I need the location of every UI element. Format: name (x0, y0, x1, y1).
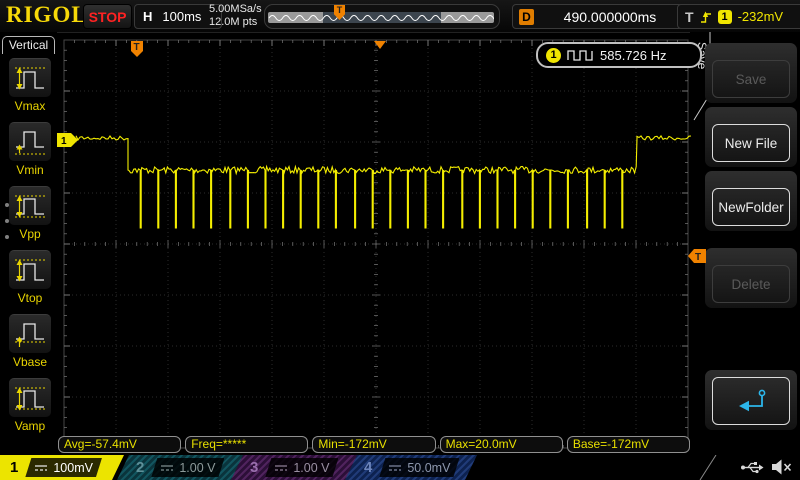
measurement-base: Base=-172mV (566, 436, 691, 453)
status-divider (699, 455, 717, 480)
channel-2-indicator: 2 1.00 V (117, 455, 249, 480)
frequency-counter: 1 585.726 Hz (536, 42, 702, 68)
acquisition-info: 5.00MSa/s 12.0M pts (209, 3, 262, 29)
memory-waveform-icon (268, 15, 494, 21)
channel-scale: 100mV (53, 460, 93, 475)
svg-text:T: T (134, 42, 140, 53)
channel-scale: 1.00 V (179, 460, 216, 475)
menu-item-label: Vpp (19, 227, 41, 241)
delay-value: 490.000000ms (563, 8, 657, 25)
oscilloscope-screen: RIGOL STOP H 100ms 5.00MSa/s 12.0M pts T… (0, 0, 800, 480)
trigger-box: T 1 -232mV (677, 4, 800, 29)
channel-status-bar: 1 100mV 2 1.00 V 3 1.00 V 4 50.0mV (0, 455, 800, 480)
menu-item-label: Vmin (16, 163, 44, 177)
page-dot (5, 219, 9, 223)
channel-3-indicator: 3 1.00 V (231, 455, 363, 480)
delay-label: D (519, 8, 534, 25)
measurement-avg: Avg=-57.4mV (58, 436, 182, 453)
delay-box: D 490.000000ms (512, 4, 683, 29)
measurement-results-row: Avg=-57.4mV Freq=***** Min=-172mV Max=20… (58, 436, 691, 453)
channel-number: 1 (10, 459, 19, 476)
vpp-icon (15, 195, 45, 218)
measurement-max: Max=20.0mV (439, 436, 563, 453)
menu-item-label: Vbase (12, 355, 48, 369)
menu-item-vtop[interactable]: Vtop (9, 250, 51, 305)
channel-1-indicator: 1 100mV (0, 455, 124, 480)
new-file-button[interactable]: New File (705, 107, 797, 167)
svg-text:T: T (695, 252, 701, 263)
ch1-waveform (75, 134, 692, 229)
scope-graticule: 1 T T (57, 39, 706, 449)
menu-title: Vertical (2, 36, 55, 54)
button-label: Delete (731, 276, 771, 292)
menu-item-label: Vtop (17, 291, 43, 305)
trigger-source-badge: 1 (717, 9, 732, 24)
channel-scale: 1.00 V (293, 460, 330, 475)
dc-coupling-icon (160, 463, 174, 473)
vmax-icon (15, 67, 45, 90)
measurement-freq: Freq=***** (185, 436, 309, 453)
sample-rate: 5.00MSa/s (209, 3, 262, 15)
svg-text:1: 1 (61, 136, 67, 147)
rising-edge-icon (700, 11, 711, 23)
run-state-indicator: STOP (83, 4, 132, 29)
square-wave-icon (567, 50, 593, 61)
memory-depth: 12.0M pts (209, 16, 258, 28)
dc-coupling-icon (34, 463, 48, 473)
save-button[interactable]: Save (705, 43, 797, 103)
vbase-icon (15, 323, 45, 347)
vtop-icon (15, 259, 45, 282)
return-button[interactable] (705, 370, 797, 430)
measurement-min: Min=-172mV (312, 436, 436, 453)
channel-4-indicator: 4 50.0mV (345, 455, 477, 480)
new-folder-button[interactable]: NewFolder (705, 171, 797, 231)
speaker-muted-icon (772, 459, 792, 475)
top-status-bar: RIGOL STOP H 100ms 5.00MSa/s 12.0M pts T… (0, 0, 800, 33)
vamp-icon (15, 387, 45, 411)
menu-item-vmin[interactable]: Vmin (9, 122, 51, 177)
menu-item-vamp[interactable]: Vamp (9, 378, 51, 433)
return-arrow-icon (739, 389, 766, 412)
page-dot (5, 235, 9, 239)
memory-position-bar: T (264, 4, 500, 29)
menu-item-vbase[interactable]: Vbase (9, 314, 51, 369)
left-soft-menu: Vertical Vmax Vmin Vpp Vtop Vbase Vamp (0, 32, 57, 455)
dc-coupling-icon (274, 463, 288, 473)
dc-coupling-icon (388, 463, 402, 473)
menu-item-label: Vmax (14, 99, 46, 113)
button-label: NewFolder (718, 199, 784, 215)
menu-item-vmax[interactable]: Vmax (9, 58, 51, 113)
counter-channel-badge: 1 (546, 47, 561, 63)
delete-button[interactable]: Delete (705, 248, 797, 308)
horizontal-scale-value: 100ms (162, 9, 202, 24)
trigger-level-value: -232mV (737, 9, 784, 24)
menu-item-vpp[interactable]: Vpp (9, 186, 51, 241)
channel-scale: 50.0mV (407, 460, 451, 475)
horizontal-label: H (143, 9, 153, 24)
menu-item-label: Vamp (14, 419, 46, 433)
vmin-icon (15, 131, 45, 155)
channel-number: 2 (136, 459, 145, 476)
channel-number: 3 (250, 459, 259, 476)
channel-number: 4 (364, 459, 373, 476)
counter-frequency-value: 585.726 Hz (600, 47, 667, 63)
button-label: New File (724, 135, 778, 151)
button-label: Save (735, 71, 767, 87)
usb-icon (741, 462, 764, 474)
trigger-label: T (685, 8, 694, 25)
page-dot (5, 203, 9, 207)
rigol-logo: RIGOL (6, 2, 88, 27)
